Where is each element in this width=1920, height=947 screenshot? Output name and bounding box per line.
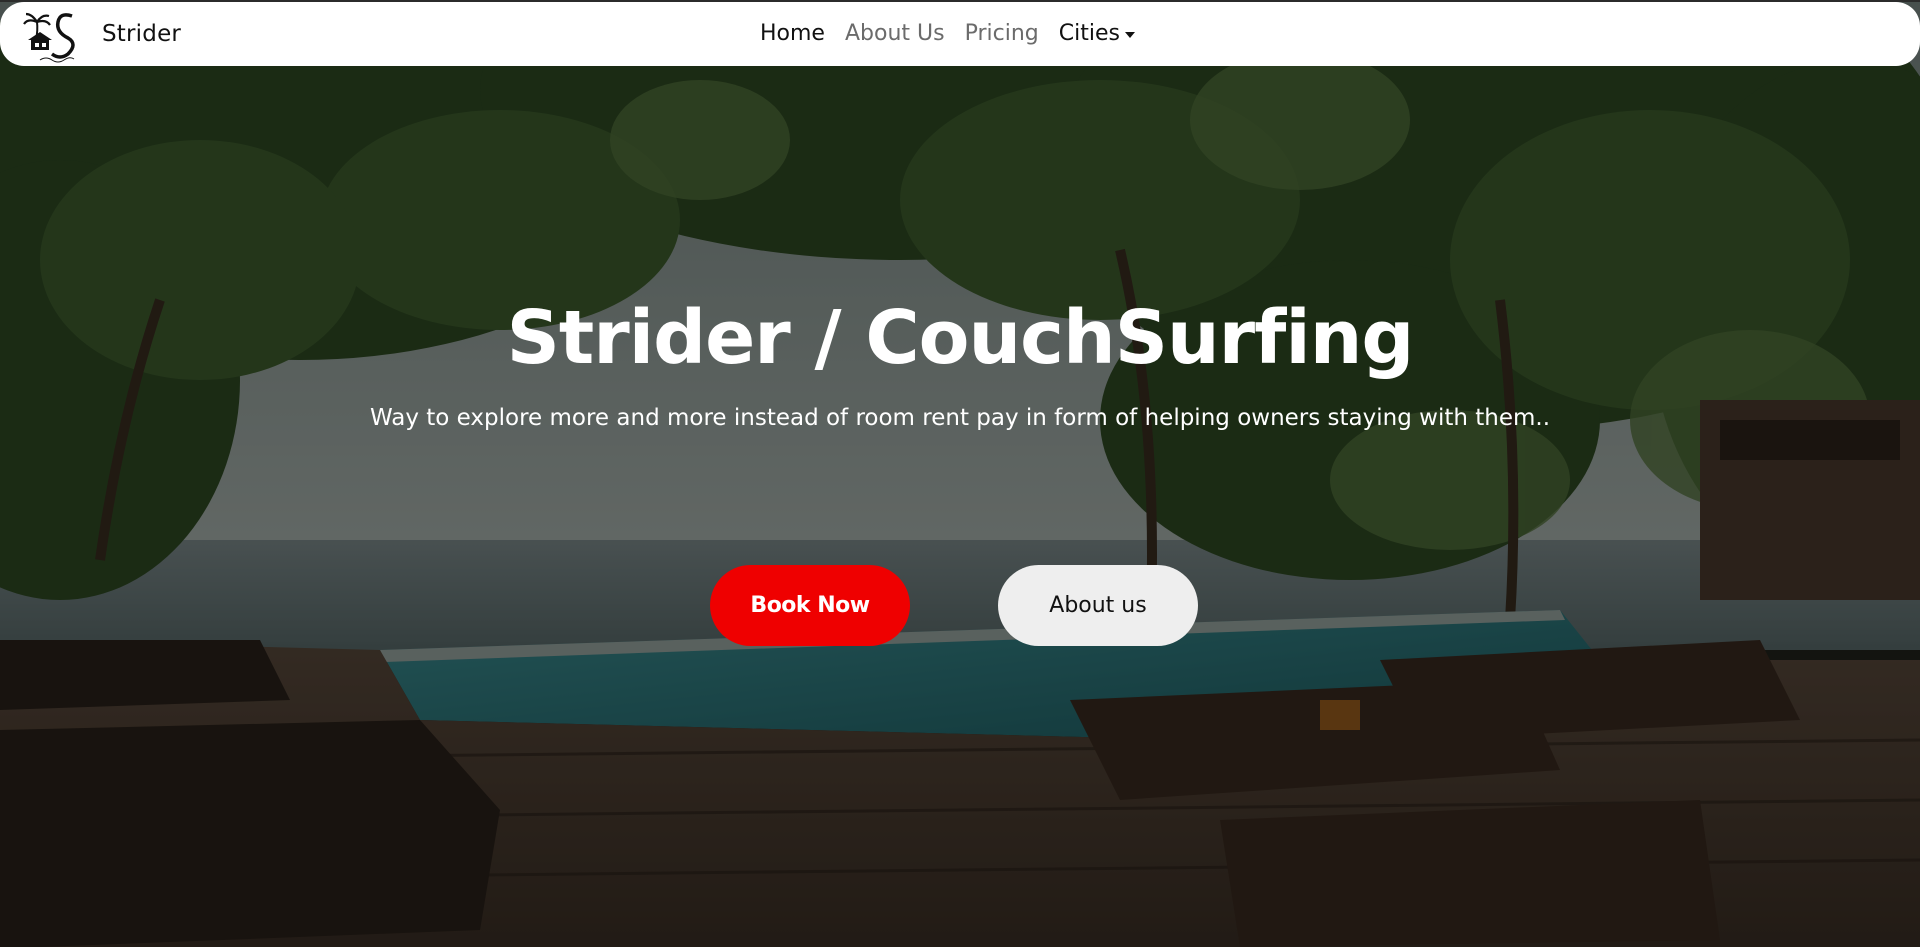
hero-title: Strider / CouchSurfing <box>506 295 1415 381</box>
page: Strider Home About Us Pricing Cities Str… <box>0 0 1920 947</box>
brand-name[interactable]: Strider <box>102 21 181 47</box>
background-dark-overlay <box>0 0 1920 947</box>
nav-dropdown-cities-label: Cities <box>1058 21 1120 46</box>
book-now-button[interactable]: Book Now <box>710 565 910 646</box>
nav-links: Home About Us Pricing Cities <box>760 21 1155 46</box>
about-us-button[interactable]: About us <box>998 565 1198 646</box>
nav-link-pricing[interactable]: Pricing <box>965 21 1039 46</box>
caret-down-icon <box>1124 31 1135 38</box>
nav-dropdown-cities[interactable]: Cities <box>1059 21 1135 46</box>
navbar: Strider Home About Us Pricing Cities <box>0 2 1920 66</box>
nav-link-home[interactable]: Home <box>760 21 825 46</box>
brand-logo-icon[interactable] <box>22 10 78 64</box>
nav-link-about[interactable]: About Us <box>845 21 945 46</box>
top-border <box>0 0 1920 2</box>
hero-subtitle: Way to explore more and more instead of … <box>369 405 1551 431</box>
